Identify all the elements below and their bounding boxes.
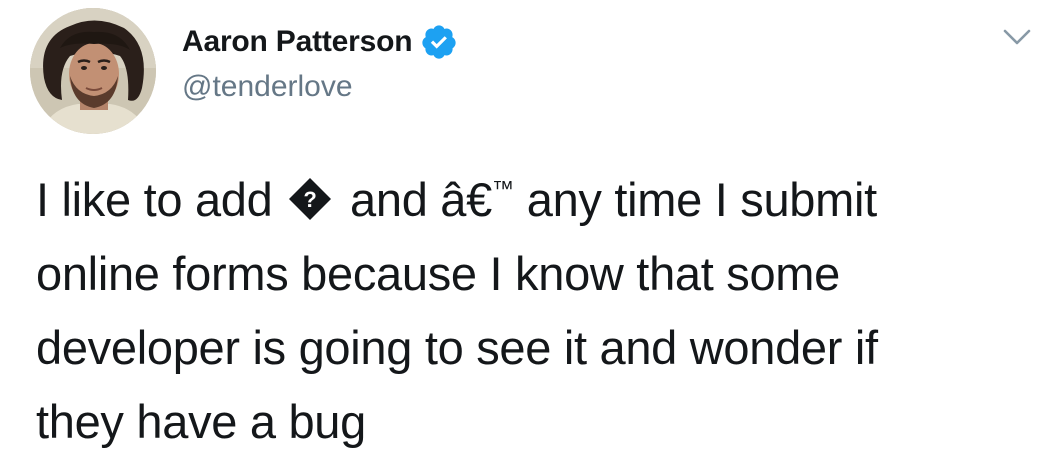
tweet-text-line-2: online forms because I know that some — [36, 247, 840, 300]
text-segment: and â€ — [350, 173, 492, 226]
tweet-text-line-3: developer is going to see it and wonder … — [36, 321, 878, 374]
chevron-down-icon[interactable] — [1000, 20, 1034, 54]
tweet-card: Aaron Patterson @tenderlove I like to ad… — [0, 0, 1047, 451]
author-name-row[interactable]: Aaron Patterson — [182, 20, 458, 64]
replacement-char-text: ? — [304, 187, 317, 212]
text-segment: I like to add — [36, 173, 273, 226]
avatar[interactable] — [30, 8, 156, 134]
verified-check-icon — [422, 25, 457, 59]
display-name[interactable]: Aaron Patterson — [182, 25, 413, 59]
tweet-text-line-4: they have a bug — [36, 395, 366, 448]
avatar-photo — [30, 8, 156, 134]
unicode-replacement-character-icon: ? — [289, 178, 332, 220]
trademark-symbol: ™ — [491, 176, 514, 201]
tweet-text: I like to add ? and â€™ any time I submi… — [36, 152, 1036, 459]
tweet-text-line-1: I like to add ? and â€™ any time I submi… — [36, 152, 1036, 237]
text-segment: any time I submit — [526, 173, 877, 226]
user-handle[interactable]: @tenderlove — [182, 70, 353, 104]
